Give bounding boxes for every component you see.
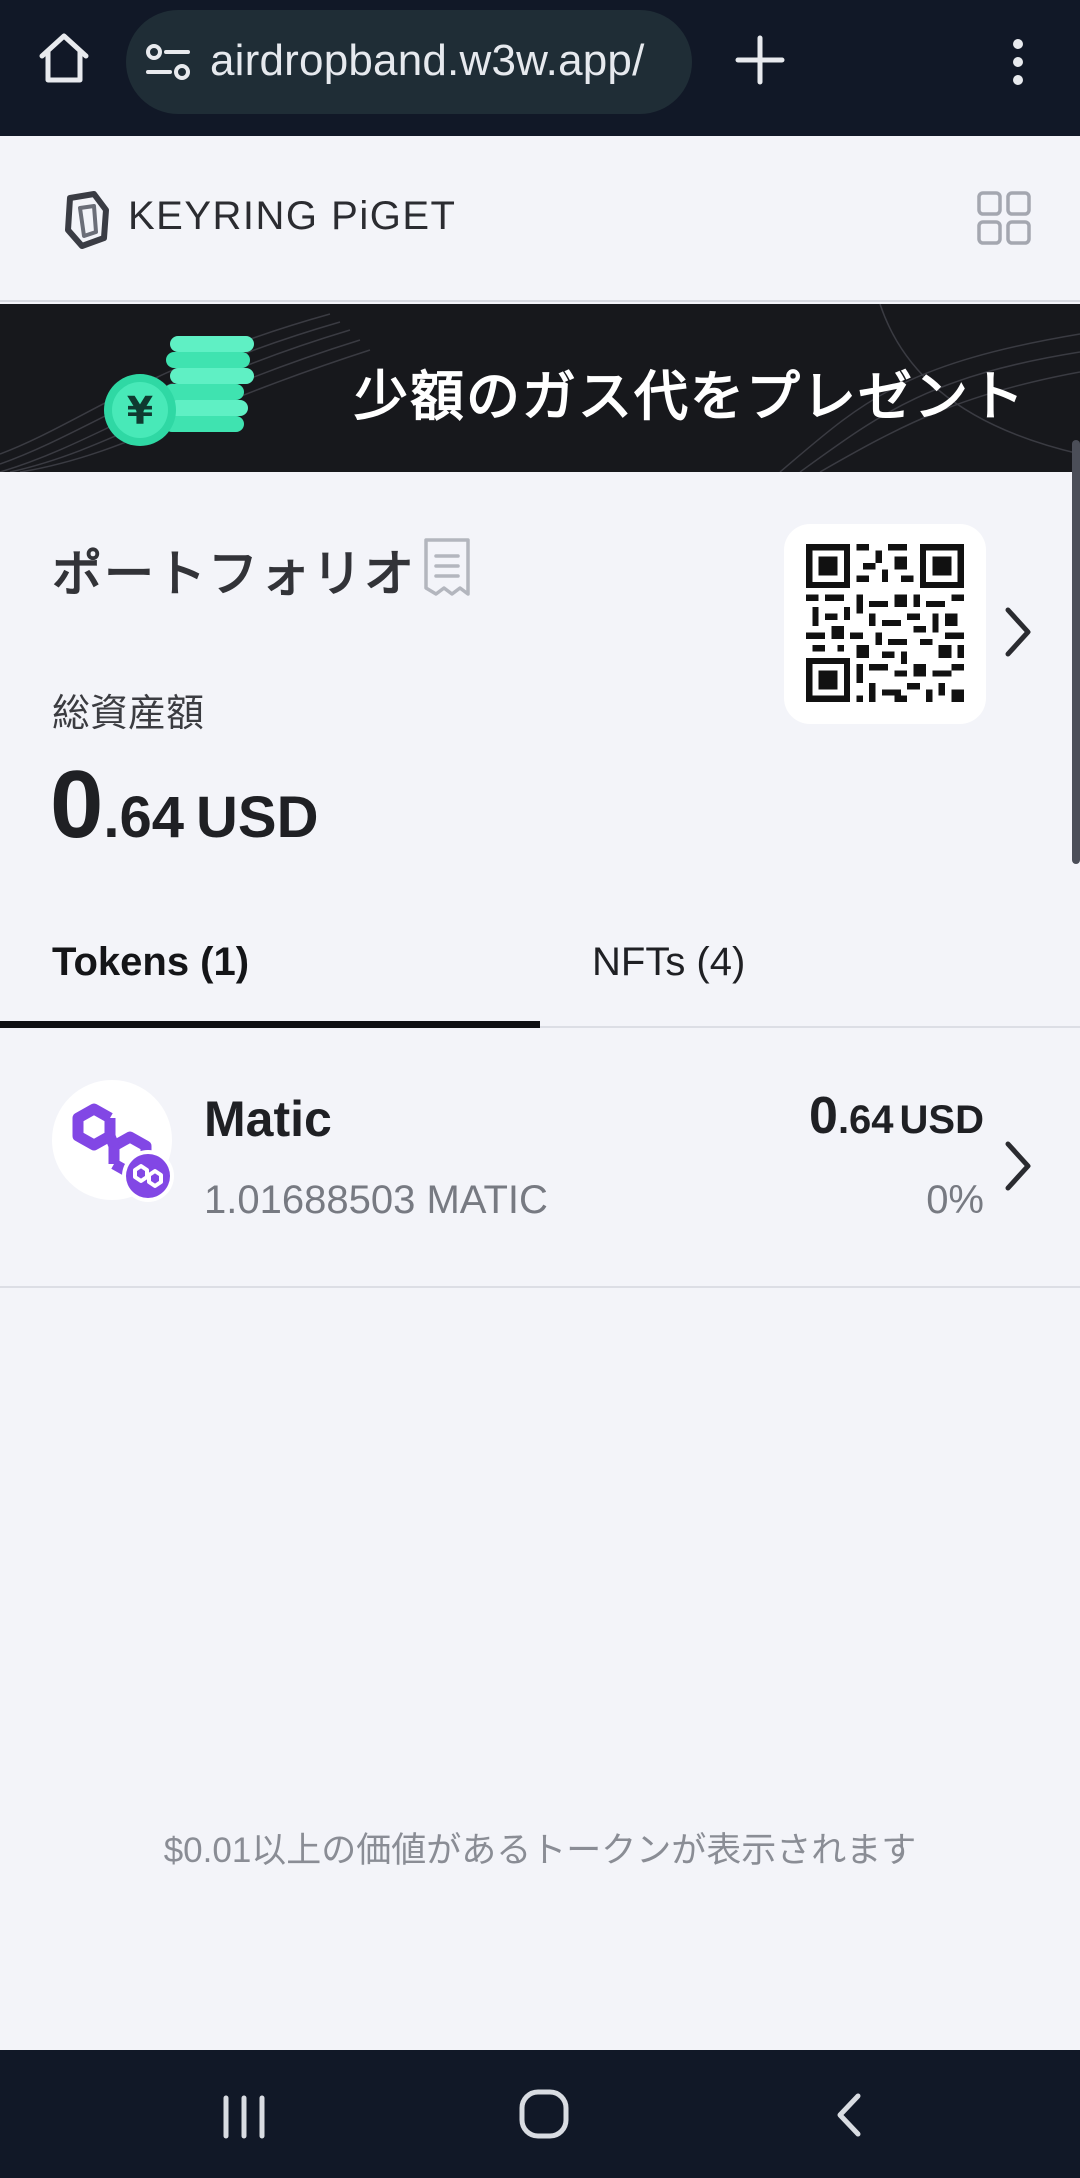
token-row-matic[interactable]: Matic 1.01688503 MATIC 0.64 USD 0% <box>0 1028 1080 1288</box>
asset-tabs: Tokens (1) NFTs (4) <box>0 904 1080 1028</box>
keyring-logo-icon <box>65 191 109 249</box>
url-text[interactable]: airdropband.w3w.app/ <box>210 36 645 86</box>
qr-code-card[interactable] <box>784 524 986 724</box>
total-assets-value: 0.64 USD <box>50 750 319 860</box>
banner-text: 少額のガス代をプレゼント <box>354 367 1026 427</box>
total-value-currency: USD <box>196 785 319 850</box>
total-assets-label: 総資産額 <box>52 693 205 735</box>
active-tab-indicator <box>0 1021 540 1028</box>
qr-code-icon <box>806 544 964 702</box>
gas-gift-banner[interactable]: ¥ 少額のガス代をプレゼント <box>0 304 1080 472</box>
token-name: Matic <box>204 1091 332 1147</box>
browser-toolbar: airdropband.w3w.app/ <box>0 0 1080 136</box>
site-settings-icon[interactable] <box>144 40 192 84</box>
portfolio-title: ポートフォリオ <box>52 546 416 602</box>
scrollbar-thumb[interactable] <box>1072 440 1080 864</box>
total-value-integer: 0 <box>50 751 104 858</box>
system-nav-bar <box>0 2050 1080 2178</box>
total-value-decimal: .64 <box>103 785 185 850</box>
tab-nfts-label: NFTs (4) <box>592 940 746 984</box>
address-bar[interactable]: airdropband.w3w.app/ <box>126 10 692 114</box>
more-menu-icon[interactable] <box>1004 36 1032 88</box>
back-icon[interactable] <box>828 2090 868 2140</box>
tab-tokens[interactable]: Tokens (1) <box>0 904 540 1028</box>
token-value-decimal: .64 <box>837 1098 894 1142</box>
token-change-percent: 0% <box>926 1178 984 1222</box>
home-icon[interactable] <box>34 28 94 88</box>
yen-coins-icon: ¥ <box>104 336 254 446</box>
polygon-icon <box>52 1080 174 1202</box>
token-value-currency: USD <box>899 1098 984 1142</box>
token-value-integer: 0 <box>809 1087 838 1145</box>
tab-tokens-label: Tokens (1) <box>52 940 250 984</box>
token-chevron-right-icon[interactable] <box>998 1136 1038 1196</box>
tab-nfts[interactable]: NFTs (4) <box>540 904 1080 1026</box>
receipt-icon[interactable] <box>420 536 474 600</box>
logo-text: KEYRING PiGET <box>128 194 457 238</box>
portfolio-section: ポートフォリオ 総資産額 0.64 USD <box>0 472 1080 872</box>
system-home-icon[interactable] <box>518 2088 570 2140</box>
svg-text:¥: ¥ <box>127 389 153 433</box>
app-header: KEYRING PiGET <box>0 138 1080 302</box>
token-threshold-note: $0.01以上の価値があるトークンが表示されます <box>163 1831 917 1870</box>
token-value: 0.64 USD <box>809 1086 984 1146</box>
grid-menu-icon[interactable] <box>976 190 1032 246</box>
qr-chevron-right-icon[interactable] <box>998 602 1038 662</box>
new-tab-icon[interactable] <box>730 30 790 90</box>
token-amount: 1.01688503 MATIC <box>204 1178 548 1222</box>
recent-apps-icon[interactable] <box>218 2094 270 2140</box>
